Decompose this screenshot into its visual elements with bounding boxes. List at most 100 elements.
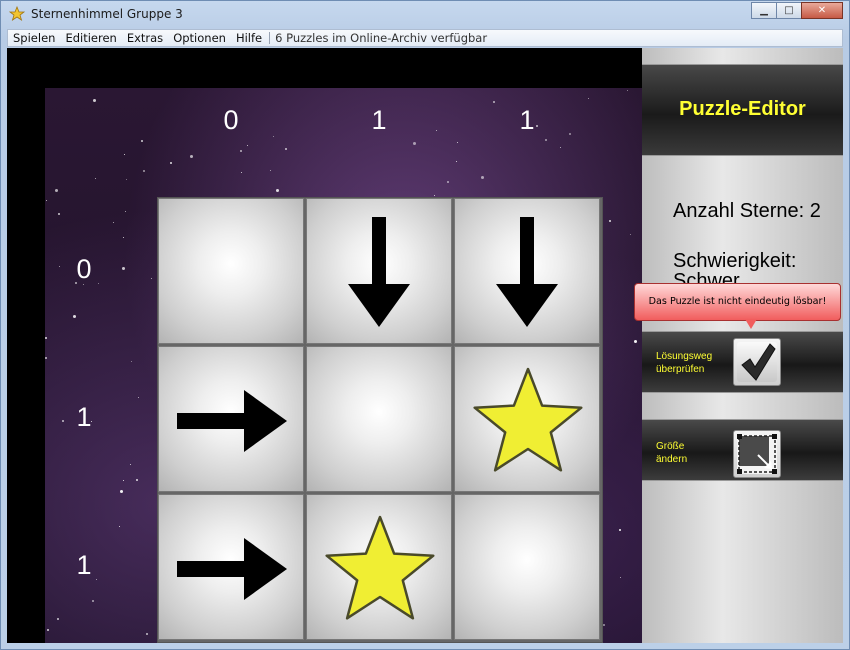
background-star	[285, 148, 287, 150]
background-star	[125, 211, 126, 212]
maximize-button[interactable]: □	[776, 2, 802, 19]
resize-label: Größe ändern	[656, 440, 687, 466]
background-star	[447, 181, 449, 183]
star-icon	[473, 367, 583, 472]
editor-title: Puzzle-Editor	[679, 98, 806, 120]
background-star	[436, 130, 437, 131]
grid-cell[interactable]	[158, 346, 304, 492]
background-star	[131, 361, 132, 362]
background-star	[45, 357, 47, 359]
background-star	[276, 189, 279, 192]
warning-tooltip: Das Puzzle ist nicht eindeutig lösbar!	[634, 283, 841, 321]
background-star	[545, 139, 547, 141]
background-star	[58, 213, 60, 215]
grid-cell[interactable]	[454, 494, 600, 640]
background-star	[240, 150, 242, 152]
resize-label-line-2: ändern	[656, 454, 688, 465]
arrow-down-icon	[496, 217, 558, 327]
resize-label-line-1: Größe	[656, 441, 685, 452]
editor-header: Puzzle-Editor	[642, 64, 843, 156]
row-hint: 1	[76, 402, 92, 432]
menu-editieren[interactable]: Editieren	[60, 31, 121, 45]
background-star	[413, 142, 416, 145]
grid-cell[interactable]	[306, 494, 452, 640]
resize-button[interactable]	[733, 430, 781, 478]
background-star	[493, 101, 495, 103]
background-star	[123, 237, 124, 238]
grid-cell[interactable]	[454, 346, 600, 492]
background-star	[45, 337, 47, 339]
background-star	[124, 154, 125, 155]
row-hint: 1	[76, 550, 92, 580]
star-icon	[325, 515, 435, 620]
background-star	[92, 600, 94, 602]
check-label-line-1: Lösungsweg	[656, 351, 713, 362]
background-star	[270, 170, 271, 171]
puzzle-grid	[157, 197, 603, 643]
background-star	[123, 480, 124, 481]
background-star	[136, 479, 138, 481]
background-star	[620, 577, 621, 578]
app-icon	[9, 6, 25, 21]
background-star	[619, 529, 621, 531]
grid-cell[interactable]	[306, 198, 452, 344]
column-hint: 1	[519, 105, 535, 135]
column-hint: 0	[223, 105, 239, 135]
grid-cell[interactable]	[454, 198, 600, 344]
background-star	[457, 142, 458, 143]
background-star	[119, 526, 120, 527]
menu-extras[interactable]: Extras	[122, 31, 168, 45]
background-star	[57, 618, 59, 620]
background-star	[588, 98, 589, 99]
background-star	[138, 397, 139, 398]
check-solution-button[interactable]	[733, 338, 781, 386]
background-star	[46, 200, 47, 201]
app-window: Sternenhimmel Gruppe 3 ▁ □ ✕ Spielen Edi…	[0, 0, 850, 650]
grid-cell[interactable]	[158, 494, 304, 640]
background-star	[122, 267, 125, 270]
background-star	[434, 195, 435, 196]
top-black-strip	[7, 48, 642, 88]
grid-cell[interactable]	[306, 346, 452, 492]
menu-bar: Spielen Editieren Extras Optionen Hilfe …	[7, 29, 843, 47]
background-star	[190, 155, 193, 158]
background-star	[170, 162, 172, 164]
background-star	[560, 147, 561, 148]
difficulty-value: Schwer	[673, 270, 740, 284]
grid-cell[interactable]	[158, 198, 304, 344]
background-star	[569, 133, 571, 135]
background-star	[55, 189, 58, 192]
background-star	[93, 99, 96, 102]
window-controls: ▁ □ ✕	[751, 2, 843, 19]
background-star	[627, 90, 628, 91]
background-star	[113, 222, 114, 223]
background-star	[141, 140, 143, 142]
background-star	[126, 179, 127, 180]
background-star	[603, 624, 605, 626]
arrow-down-icon	[348, 217, 410, 327]
title-bar: Sternenhimmel Gruppe 3 ▁ □ ✕	[1, 1, 850, 27]
background-star	[120, 490, 123, 493]
menu-hilfe[interactable]: Hilfe	[231, 31, 267, 45]
background-star	[59, 266, 60, 267]
check-solution-band: Lösungsweg überprüfen	[642, 331, 843, 393]
menu-optionen[interactable]: Optionen	[168, 31, 231, 45]
menu-spielen[interactable]: Spielen	[8, 31, 60, 45]
background-star	[247, 145, 248, 146]
background-star	[273, 136, 274, 137]
window-title: Sternenhimmel Gruppe 3	[31, 7, 183, 21]
resize-icon	[737, 434, 777, 474]
background-star	[95, 178, 96, 179]
check-solution-label: Lösungsweg überprüfen	[656, 350, 712, 376]
game-area: 0 1 1 0 1 1 Puzzle-Editor Anzahl Sterne:…	[7, 48, 843, 643]
background-star	[456, 161, 457, 162]
arrow-right-icon	[177, 390, 287, 452]
background-star	[130, 464, 131, 465]
editor-panel: Puzzle-Editor Anzahl Sterne: 2 Schwierig…	[642, 48, 843, 643]
background-star	[481, 176, 484, 179]
background-star	[241, 172, 242, 173]
close-button[interactable]: ✕	[801, 2, 843, 19]
background-star	[634, 340, 637, 343]
minimize-button[interactable]: ▁	[751, 2, 777, 19]
check-label-line-2: überprüfen	[656, 364, 705, 375]
